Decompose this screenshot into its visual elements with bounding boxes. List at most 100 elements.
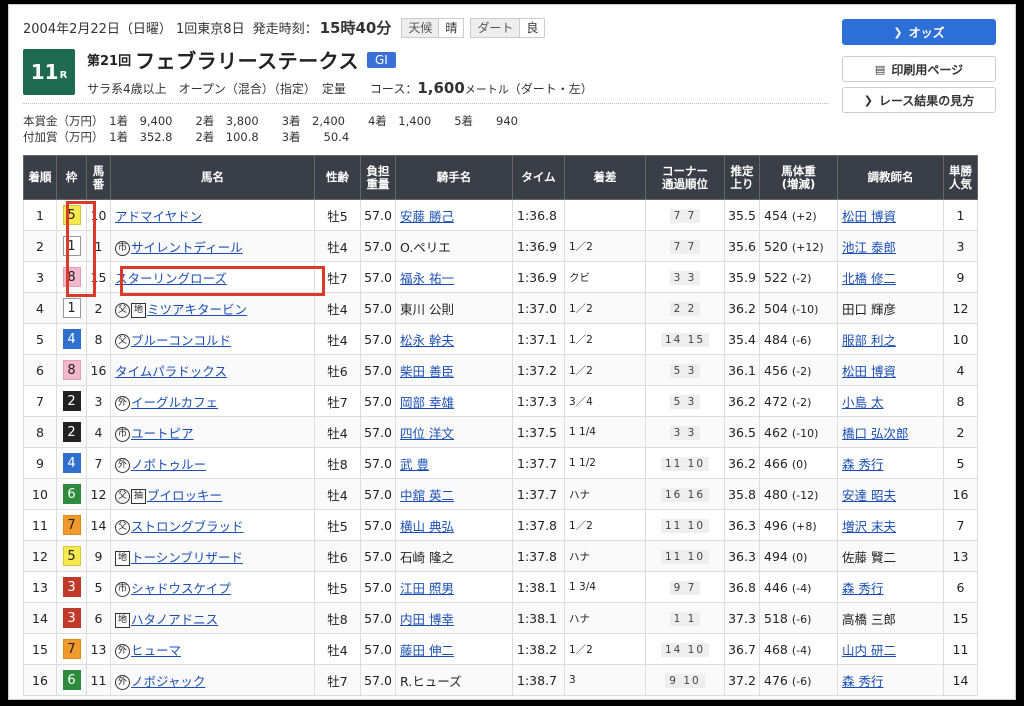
trainer-name[interactable]: 安達 昭夫 — [842, 488, 896, 503]
race-time: 1:38.7 — [512, 664, 565, 696]
jockey-name[interactable]: 松永 幹夫 — [400, 333, 454, 348]
carried-weight: 57.0 — [360, 602, 396, 634]
print-page-button[interactable]: ▤ 印刷用ページ — [842, 56, 996, 82]
trainer-name[interactable]: 橋口 弘次郎 — [842, 426, 908, 441]
table-row: 14 3 6 地ハタノアドニス 牡8 57.0 内田 博幸 1:38.1 ハナ 1 1 37.3 51… — [23, 602, 978, 634]
jockey-name[interactable]: 内田 博幸 — [400, 612, 454, 627]
jockey-name[interactable]: 横山 典弘 — [400, 519, 454, 534]
horse-name-link[interactable]: トーシンブリザード — [131, 550, 243, 565]
horse-mark-icon: 地 — [131, 302, 146, 318]
corner-cell: 9 7 — [645, 571, 725, 603]
trainer-name[interactable]: 森 秀行 — [842, 674, 883, 689]
corner-positions: 9 10 — [665, 674, 705, 688]
horse-name-link[interactable]: シャドウスケイプ — [131, 581, 231, 596]
col-horse-name: 馬名 — [110, 155, 315, 200]
horse-cell: 市ユートピア — [110, 416, 315, 448]
sex-age: 牡7 — [314, 385, 361, 417]
grade-badge: GI — [367, 51, 396, 68]
waku-badge: 3 — [62, 577, 81, 597]
waku-badge: 3 — [62, 608, 81, 628]
jockey-name[interactable]: 福永 祐一 — [400, 271, 454, 286]
table-row: 9 4 7 外ノボトゥルー 牡8 57.0 武 豊 1:37.7 1 1/2 11 10 36.2 4… — [23, 447, 978, 479]
horse-name-link[interactable]: ハタノアドニス — [131, 612, 218, 627]
popularity: 8 — [943, 385, 978, 417]
jockey-name[interactable]: 藤田 伸二 — [400, 643, 454, 658]
trainer-name[interactable]: 小島 太 — [842, 395, 883, 410]
trainer-name[interactable]: 増沢 末夫 — [842, 519, 896, 534]
jockey-cell: R.ヒューズ — [395, 664, 513, 696]
corner-positions: 3 3 — [669, 426, 701, 440]
body-weight-diff: (-2) — [791, 364, 812, 378]
jockey-name[interactable]: 柴田 善臣 — [400, 364, 454, 379]
jockey-name[interactable]: 岡部 幸雄 — [400, 395, 454, 410]
waku-badge: 8 — [62, 360, 81, 380]
sex-age: 牡8 — [314, 447, 361, 479]
jockey-name[interactable]: 四位 洋文 — [400, 426, 454, 441]
race-time: 1:37.7 — [512, 478, 565, 510]
horse-name-link[interactable]: アドマイヤドン — [115, 209, 202, 224]
horse-name-link[interactable]: ヒューマ — [131, 643, 181, 658]
corner-cell: 11 10 — [645, 540, 725, 572]
horse-name-link[interactable]: ノボジャック — [131, 674, 205, 689]
jockey-cell: O.ペリエ — [395, 230, 513, 262]
horse-name-link[interactable]: サイレントディール — [131, 240, 243, 255]
horse-name-link[interactable]: ストロングブラッド — [131, 519, 244, 534]
col-last: 推定 上り — [724, 155, 760, 200]
body-weight-cell: 520 (+12) — [759, 230, 838, 262]
jockey-name[interactable]: 江田 照男 — [400, 581, 454, 596]
popularity: 9 — [943, 261, 978, 293]
popularity: 15 — [943, 602, 978, 634]
horse-name-link[interactable]: ブイロッキー — [147, 488, 222, 503]
trainer-name[interactable]: 松田 博資 — [842, 209, 896, 224]
body-weight-diff: (-4) — [791, 581, 812, 595]
trainer-name[interactable]: 服部 利之 — [842, 333, 896, 348]
col-waku: 枠 — [56, 155, 87, 200]
finish-position: 5 — [23, 323, 57, 355]
waku-badge: 4 — [62, 329, 81, 349]
corner-positions: 7 7 — [669, 209, 701, 223]
trainer-name[interactable]: 北橋 修二 — [842, 271, 896, 286]
margin: ハナ — [564, 540, 646, 572]
body-weight-cell: 484 (-6) — [759, 323, 838, 355]
finish-position: 14 — [23, 602, 57, 634]
trainer-cell: 池江 泰郎 — [837, 230, 944, 262]
waku-cell: 2 — [56, 416, 87, 448]
horse-name-link[interactable]: タイムパラドックス — [115, 364, 227, 379]
jockey-name[interactable]: 安藤 勝己 — [400, 209, 454, 224]
finish-position: 3 — [23, 261, 57, 293]
jockey-name[interactable]: 中舘 英二 — [400, 488, 454, 503]
finish-position: 15 — [23, 633, 57, 665]
trainer-name[interactable]: 松田 博資 — [842, 364, 896, 379]
trainer-name[interactable]: 森 秀行 — [842, 581, 883, 596]
body-weight-diff: (-12) — [791, 488, 819, 502]
trainer-name[interactable]: 池江 泰郎 — [842, 240, 896, 255]
carried-weight: 57.0 — [360, 292, 396, 324]
body-weight-diff: (0) — [791, 550, 808, 564]
corner-cell: 16 16 — [645, 478, 725, 510]
horse-mark-icon: 父 — [115, 519, 130, 535]
odds-button[interactable]: ❯ オッズ — [842, 19, 996, 45]
horse-name-link[interactable]: ブルーコンコルド — [131, 333, 231, 348]
col-corner: コーナー 通過順位 — [645, 155, 725, 200]
last-3f: 35.8 — [724, 478, 760, 510]
result-guide-button[interactable]: ❯ レース結果の見方 — [842, 87, 996, 113]
waku-badge: 7 — [62, 639, 81, 659]
table-row: 8 2 4 市ユートピア 牡4 57.0 四位 洋文 1:37.5 1 1/4 3 3 36.5 46… — [23, 416, 978, 448]
track-condition: 良 — [526, 20, 539, 35]
trainer-name[interactable]: 森 秀行 — [842, 457, 883, 472]
horse-name-link[interactable]: ミツアキタービン — [147, 302, 247, 317]
waku-badge: 5 — [62, 546, 81, 566]
horse-name-link[interactable]: ユートピア — [131, 426, 194, 441]
carried-weight: 57.0 — [360, 540, 396, 572]
trainer-cell: 松田 博資 — [837, 354, 944, 386]
body-weight-cell: 522 (-2) — [759, 261, 838, 293]
horse-name-link[interactable]: ノボトゥルー — [131, 457, 206, 472]
body-weight-cell: 494 (0) — [759, 540, 838, 572]
jockey-name[interactable]: 武 豊 — [400, 457, 429, 472]
sex-age: 牡5 — [314, 571, 361, 603]
result-table: 着順 枠 馬番 馬名 性齢 負担 重量 騎手名 タイム 着差 コーナー 通過順位 推… — [23, 155, 978, 696]
trainer-name[interactable]: 山内 研二 — [842, 643, 896, 658]
jockey-name: 石崎 隆之 — [400, 549, 454, 565]
horse-name-link[interactable]: イーグルカフェ — [131, 395, 218, 410]
jockey-cell: 横山 典弘 — [395, 509, 513, 541]
